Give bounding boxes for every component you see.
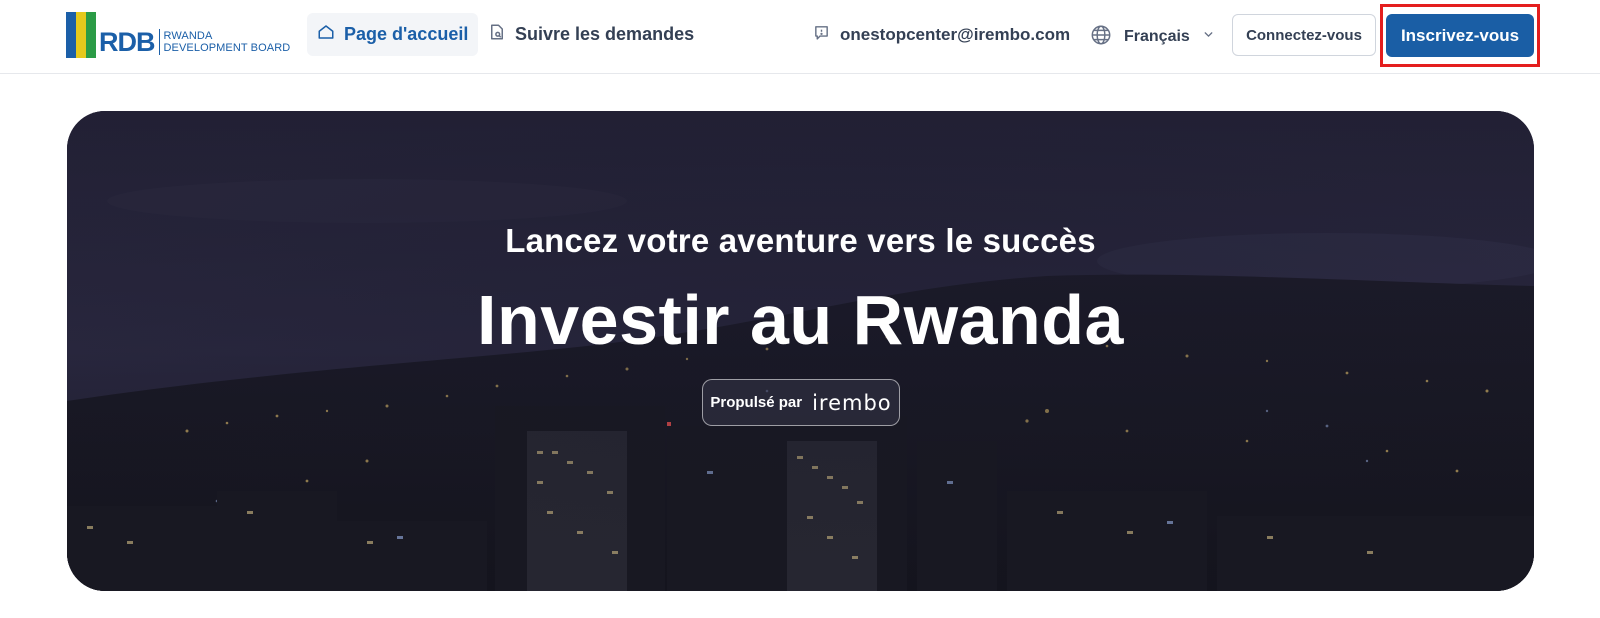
- powered-by-badge[interactable]: Propulsé par irembo: [702, 379, 900, 426]
- chevron-down-icon: [1202, 28, 1215, 46]
- logo-subtitle: RWANDA DEVELOPMENT BOARD: [164, 30, 291, 54]
- powered-by-label: Propulsé par: [710, 394, 803, 411]
- login-button[interactable]: Connectez-vous: [1232, 14, 1376, 56]
- contact-email[interactable]: onestopcenter@irembo.com: [813, 20, 1070, 50]
- top-navigation-bar: RDB RWANDA DEVELOPMENT BOARD Page d'accu…: [0, 0, 1600, 74]
- language-label: Français: [1124, 28, 1190, 45]
- contact-email-label: onestopcenter@irembo.com: [840, 25, 1071, 44]
- document-search-icon: [488, 23, 506, 46]
- hero-banner: Lancez votre aventure vers le succès Inv…: [67, 111, 1534, 591]
- logo-line2: DEVELOPMENT BOARD: [163, 42, 291, 54]
- logo-flag: [66, 12, 96, 58]
- help-chat-icon: [813, 24, 830, 46]
- hero-subtitle: Lancez votre aventure vers le succès: [505, 222, 1096, 259]
- language-selector[interactable]: Français: [1090, 20, 1215, 54]
- signup-button[interactable]: Inscrivez-vous: [1386, 14, 1534, 57]
- nav-home[interactable]: Page d'accueil: [307, 13, 479, 56]
- rdb-logo[interactable]: RDB RWANDA DEVELOPMENT BOARD: [66, 12, 290, 58]
- nav-track-requests[interactable]: Suivre les demandes: [488, 13, 694, 56]
- logo-divider: [158, 29, 160, 55]
- irembo-logo: irembo: [812, 390, 892, 415]
- globe-icon: [1090, 24, 1112, 51]
- logo-line1: RWANDA: [163, 30, 213, 42]
- home-icon: [317, 23, 335, 46]
- nav-track-label: Suivre les demandes: [515, 24, 695, 44]
- nav-home-label: Page d'accueil: [344, 24, 469, 44]
- logo-abbr: RDB: [99, 26, 155, 57]
- hero-title: Investir au Rwanda: [477, 281, 1124, 359]
